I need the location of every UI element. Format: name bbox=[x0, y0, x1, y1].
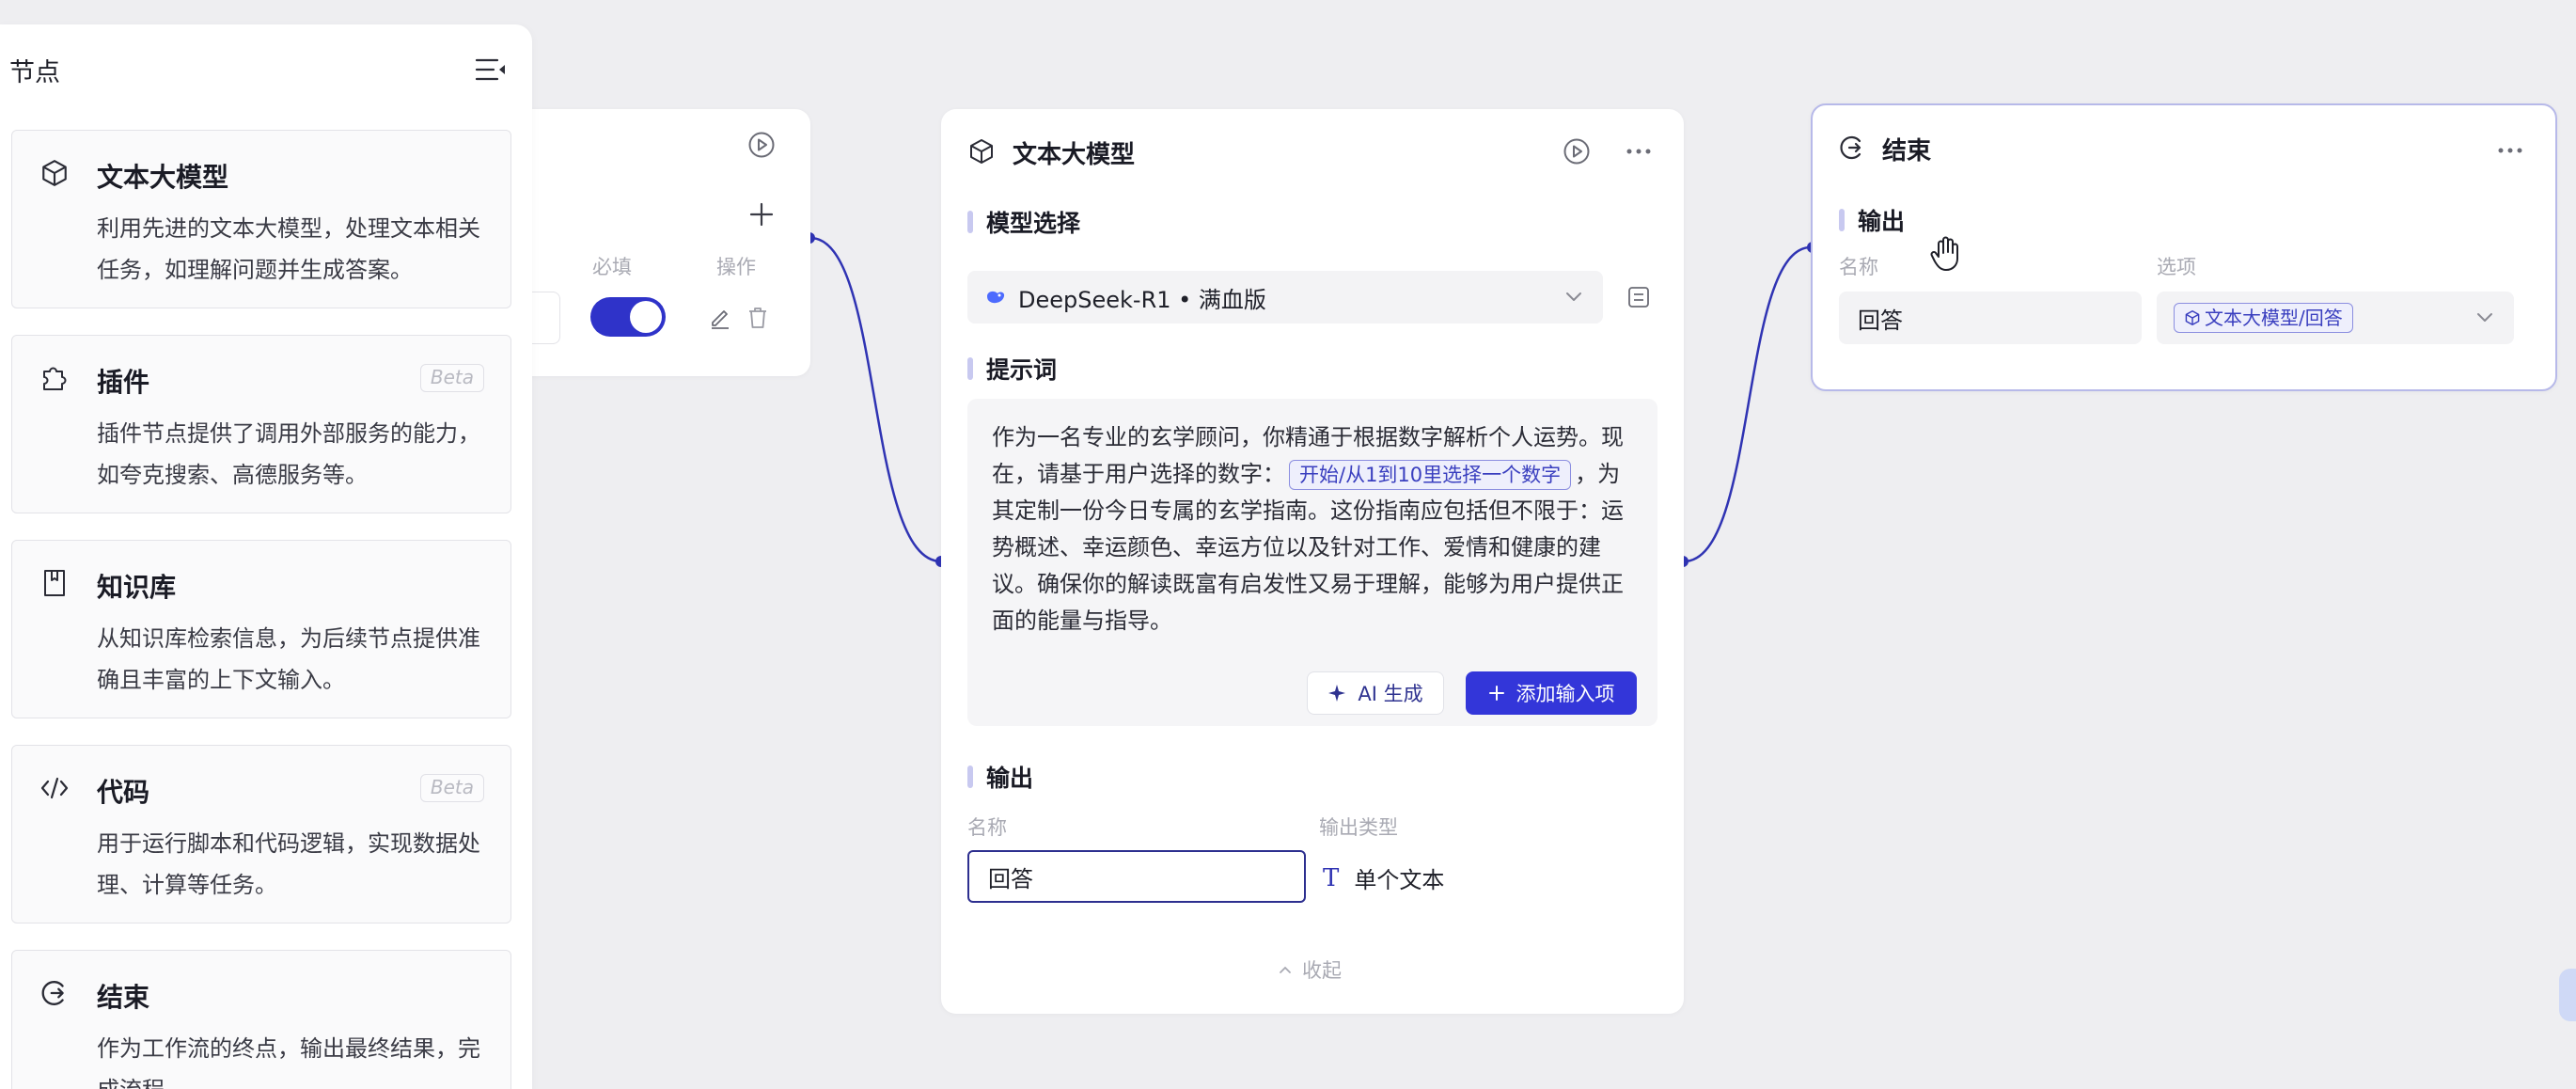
sidebar-title: 节点 bbox=[9, 57, 60, 87]
model-section-title: 模型选择 bbox=[967, 205, 1080, 239]
llm-node-title: 文本大模型 bbox=[1013, 141, 1136, 169]
end-option-label: 选项 bbox=[2157, 256, 2196, 278]
sidebar-item-title: 插件 bbox=[97, 367, 150, 398]
model-select-value: DeepSeek-R1 • 满血版 bbox=[1018, 286, 1266, 313]
hand-cursor-icon bbox=[1929, 235, 1963, 276]
sidebar-item-desc: 用于运行脚本和代码逻辑，实现数据处理、计算等任务。 bbox=[97, 830, 480, 898]
collapse-label: 收起 bbox=[1302, 959, 1342, 982]
node-sidebar: 节点 文本大模型 利用先进的文本大模型，处理文本相关任务，如理解问题并生成答案。… bbox=[0, 24, 532, 1089]
end-node[interactable]: 结束 输出 名称 选项 回答 文本大模型/回答 bbox=[1811, 103, 2557, 391]
ai-generate-label: AI 生成 bbox=[1358, 683, 1423, 705]
end-output-ref-select[interactable]: 文本大模型/回答 bbox=[2157, 292, 2514, 344]
chevron-down-icon bbox=[1563, 286, 1584, 310]
end-output-name-input[interactable]: 回答 bbox=[1839, 292, 2142, 344]
add-field-icon[interactable] bbox=[743, 196, 780, 233]
sidebar-item-llm[interactable]: 文本大模型 利用先进的文本大模型，处理文本相关任务，如理解问题并生成答案。 bbox=[11, 130, 511, 308]
required-toggle[interactable] bbox=[590, 297, 666, 337]
output-name-input[interactable]: 回答 bbox=[967, 850, 1306, 903]
beta-badge: Beta bbox=[419, 774, 484, 802]
output-type-display[interactable]: T 单个文本 bbox=[1323, 861, 1444, 894]
plus-icon bbox=[1488, 686, 1504, 701]
output-type-value: 单个文本 bbox=[1354, 867, 1445, 893]
end-icon bbox=[39, 977, 71, 1009]
prompt-variable-tag[interactable]: 开始/从1到10里选择一个数字 bbox=[1289, 460, 1572, 490]
model-settings-icon[interactable] bbox=[1620, 278, 1657, 316]
more-icon[interactable] bbox=[1620, 133, 1657, 170]
sidebar-item-desc: 作为工作流的终点，输出最终结果，完成流程。 bbox=[97, 1035, 480, 1089]
sidebar-item-desc: 插件节点提供了调用外部服务的能力，如夸克搜索、高德服务等。 bbox=[97, 420, 480, 488]
deepseek-logo-icon bbox=[984, 288, 1007, 307]
run-icon[interactable] bbox=[1558, 133, 1595, 170]
delete-icon[interactable] bbox=[739, 299, 777, 337]
cube-icon bbox=[967, 137, 996, 169]
chevron-up-icon bbox=[1280, 966, 1291, 973]
floating-assistant-button[interactable] bbox=[2559, 969, 2576, 1021]
edit-icon[interactable] bbox=[701, 299, 739, 337]
sidebar-item-knowledge[interactable]: 知识库 从知识库检索信息，为后续节点提供准确且丰富的上下文输入。 bbox=[11, 540, 511, 718]
toggle-knob bbox=[630, 301, 662, 333]
end-node-title: 结束 bbox=[1882, 137, 1932, 166]
book-icon bbox=[39, 567, 71, 599]
output-section-title: 输出 bbox=[967, 760, 1033, 794]
cube-icon bbox=[2185, 310, 2200, 325]
collapse-menu-icon[interactable] bbox=[472, 51, 510, 88]
run-icon[interactable] bbox=[743, 126, 780, 164]
ref-variable-tag: 文本大模型/回答 bbox=[2174, 303, 2353, 333]
more-icon[interactable] bbox=[2491, 132, 2529, 169]
sidebar-item-end[interactable]: 结束 作为工作流的终点，输出最终结果，完成流程。 bbox=[11, 950, 511, 1089]
col-action-label: 操作 bbox=[716, 256, 756, 278]
code-icon bbox=[39, 772, 71, 804]
sidebar-item-plugin[interactable]: 插件 Beta 插件节点提供了调用外部服务的能力，如夸克搜索、高德服务等。 bbox=[11, 335, 511, 513]
beta-badge: Beta bbox=[419, 364, 484, 392]
sparkle-icon bbox=[1328, 685, 1346, 702]
add-input-button[interactable]: 添加输入项 bbox=[1466, 671, 1637, 715]
prompt-text[interactable]: 作为一名专业的玄学顾问，你精通于根据数字解析个人运势。现在，请基于用户选择的数字… bbox=[992, 419, 1641, 639]
sidebar-item-title: 代码 bbox=[97, 777, 150, 808]
end-icon bbox=[1839, 134, 1865, 165]
ai-generate-button[interactable]: AI 生成 bbox=[1307, 671, 1444, 715]
add-input-label: 添加输入项 bbox=[1516, 683, 1615, 705]
sidebar-item-desc: 利用先进的文本大模型，处理文本相关任务，如理解问题并生成答案。 bbox=[97, 215, 480, 283]
cube-icon bbox=[39, 157, 71, 189]
start-node[interactable]: 必填 操作 bbox=[489, 109, 810, 376]
prompt-section-title: 提示词 bbox=[967, 352, 1057, 386]
end-output-section-title: 输出 bbox=[1839, 203, 1905, 237]
puzzle-icon bbox=[39, 362, 71, 394]
sidebar-item-title: 结束 bbox=[97, 982, 150, 1013]
chevron-down-icon bbox=[2474, 307, 2495, 331]
model-select[interactable]: DeepSeek-R1 • 满血版 bbox=[967, 271, 1603, 324]
output-name-label: 名称 bbox=[967, 816, 1007, 839]
workflow-canvas[interactable]: 必填 操作 文本大模型 模型选择 DeepSeek-R1 • 满血版 提示词 作… bbox=[0, 0, 2576, 1089]
text-type-icon: T bbox=[1323, 863, 1340, 892]
end-name-label: 名称 bbox=[1839, 256, 1878, 278]
col-required-label: 必填 bbox=[592, 256, 632, 278]
ref-variable-label: 文本大模型/回答 bbox=[2205, 307, 2343, 329]
collapse-button[interactable]: 收起 bbox=[1278, 955, 1342, 984]
llm-node[interactable]: 文本大模型 模型选择 DeepSeek-R1 • 满血版 提示词 作为一名专业的… bbox=[941, 109, 1684, 1014]
sidebar-item-title: 知识库 bbox=[97, 572, 177, 603]
sidebar-item-title: 文本大模型 bbox=[97, 162, 229, 193]
output-type-label: 输出类型 bbox=[1319, 816, 1398, 839]
sidebar-item-code[interactable]: 代码 Beta 用于运行脚本和代码逻辑，实现数据处理、计算等任务。 bbox=[11, 745, 511, 923]
sidebar-item-desc: 从知识库检索信息，为后续节点提供准确且丰富的上下文输入。 bbox=[97, 625, 480, 693]
